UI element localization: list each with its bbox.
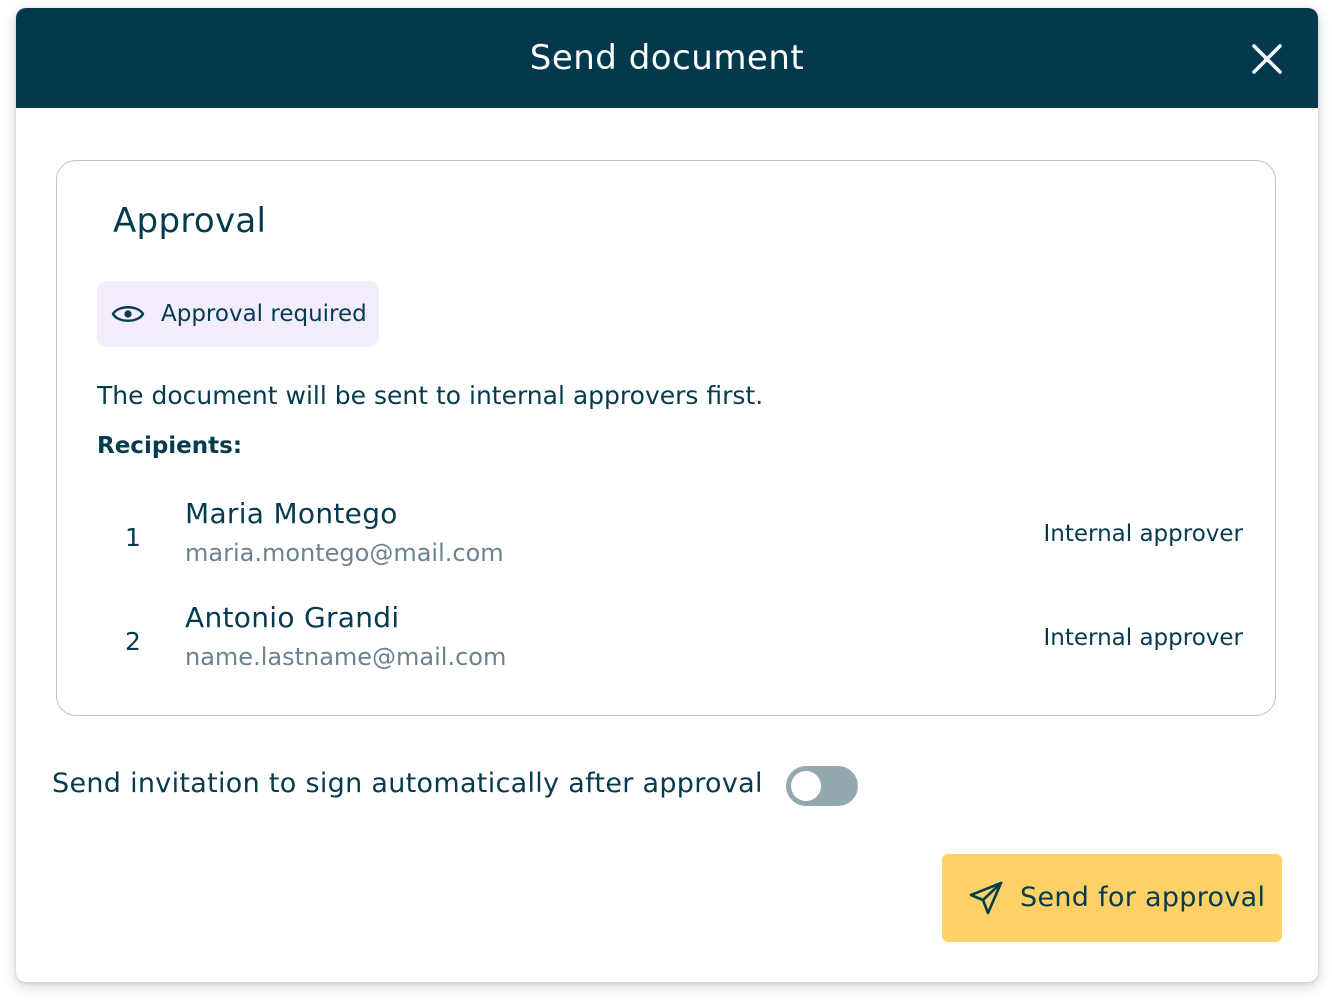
recipient-order: 1 xyxy=(125,523,141,552)
approval-required-badge: Approval required xyxy=(97,281,379,347)
recipient-row: 2 Antonio Grandi name.lastname@mail.com … xyxy=(57,591,1277,681)
auto-invite-toggle[interactable] xyxy=(786,766,858,806)
toggle-knob xyxy=(791,771,821,801)
recipient-email: name.lastname@mail.com xyxy=(185,643,507,671)
recipient-name: Antonio Grandi xyxy=(185,601,400,634)
approval-description: The document will be sent to internal ap… xyxy=(97,381,764,410)
approval-title: Approval xyxy=(113,201,267,241)
close-icon xyxy=(1252,44,1282,74)
badge-label: Approval required xyxy=(161,301,367,327)
modal-title: Send document xyxy=(529,38,805,78)
recipients-label: Recipients: xyxy=(97,433,243,459)
recipient-name: Maria Montego xyxy=(185,497,398,530)
auto-invite-label: Send invitation to sign automatically af… xyxy=(52,768,763,799)
paper-plane-icon xyxy=(969,881,1003,915)
modal-header: Send document xyxy=(16,8,1318,108)
send-document-modal: Send document Approval Approval required… xyxy=(16,8,1318,982)
recipient-row: 1 Maria Montego maria.montego@mail.com I… xyxy=(57,487,1277,577)
close-button[interactable] xyxy=(1248,40,1286,78)
recipient-role: Internal approver xyxy=(1043,625,1244,651)
recipient-role: Internal approver xyxy=(1043,521,1244,547)
send-button-label: Send for approval xyxy=(1020,882,1266,913)
approval-card: Approval Approval required The document … xyxy=(56,160,1276,716)
recipient-order: 2 xyxy=(125,627,141,656)
send-for-approval-button[interactable]: Send for approval xyxy=(942,854,1282,942)
eye-icon xyxy=(111,306,145,322)
recipient-email: maria.montego@mail.com xyxy=(185,539,504,567)
